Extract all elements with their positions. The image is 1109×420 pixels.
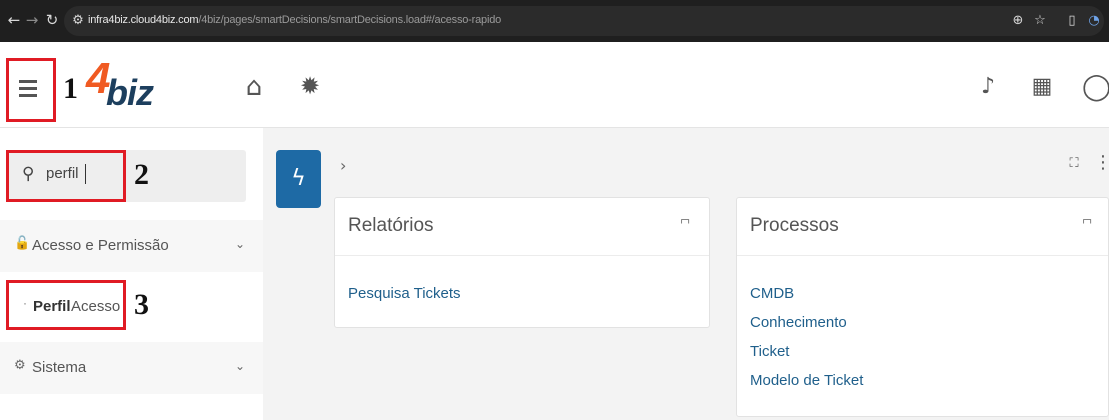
step-2-annotation: 2 <box>134 158 149 191</box>
link-conhecimento[interactable]: Conhecimento <box>750 314 847 331</box>
browser-toolbar: ← → ↻ ⚙ infra4biz.cloud4biz.com/4biz/pag… <box>0 0 1109 42</box>
hamburger-line <box>19 94 37 97</box>
back-icon[interactable]: ← <box>4 10 24 30</box>
reload-icon[interactable]: ↻ <box>42 10 62 30</box>
url-host: infra4biz.cloud4biz.com <box>88 14 199 26</box>
site-info-icon[interactable]: ⚙ <box>70 13 86 29</box>
sidebar-item-perfil-acesso[interactable]: · Perfil Acesso <box>6 280 126 330</box>
url-text: infra4biz.cloud4biz.com/4biz/pages/smart… <box>88 14 501 26</box>
lock-icon: 🔓 <box>14 236 31 251</box>
menu-group-label: Sistema <box>32 359 87 376</box>
sidebar: ⚲ 2 🔓 Acesso e Permissão ⌄ · Perfil Aces… <box>0 128 263 420</box>
gears-icon: ⚙ <box>14 358 26 373</box>
lightning-icon: ϟ <box>291 166 306 191</box>
apps-grid-icon[interactable]: ▦ <box>1028 74 1056 99</box>
url-path: /4biz/pages/smartDecisions/smartDecision… <box>198 14 502 26</box>
address-bar[interactable]: ⚙ infra4biz.cloud4biz.com/4biz/pages/sma… <box>64 6 1104 36</box>
chevron-down-icon: ⌄ <box>235 237 246 251</box>
link-cmdb[interactable]: CMDB <box>750 285 794 302</box>
expand-icon[interactable]: ⌜⌝ <box>680 218 690 233</box>
hamburger-line <box>19 87 37 90</box>
step-3-annotation: 3 <box>134 288 149 321</box>
menu-group-acesso[interactable]: 🔓 Acesso e Permissão ⌄ <box>0 220 263 272</box>
link-ticket[interactable]: Ticket <box>750 343 789 360</box>
panel-title: Relatórios <box>348 215 434 236</box>
breadcrumb-chevron-icon[interactable]: › <box>340 156 346 175</box>
bullet-icon: · <box>23 296 27 310</box>
zoom-icon[interactable]: ⊕ <box>1010 13 1026 29</box>
panel-processos: Processos ⌜⌝ CMDB Conhecimento Ticket Mo… <box>736 197 1109 417</box>
forward-icon[interactable]: → <box>22 10 42 30</box>
menu-toggle-button[interactable] <box>6 58 56 122</box>
result-rest-text: Acesso <box>71 298 121 315</box>
extensions-icon[interactable]: ▯ <box>1064 13 1080 29</box>
chevron-down-icon: ⌄ <box>235 359 246 373</box>
profile-icon[interactable]: ◔ <box>1086 13 1102 29</box>
bell-icon[interactable]: ♪ <box>976 74 1000 99</box>
sidebar-search[interactable]: ⚲ <box>6 150 246 202</box>
link-modelo-de-ticket[interactable]: Modelo de Ticket <box>750 372 863 389</box>
quick-access-button[interactable]: ϟ <box>276 150 321 208</box>
result-match-text: Perfil <box>33 298 71 315</box>
settings-badge-icon[interactable]: ✹ <box>296 72 324 100</box>
brand-logo[interactable]: 4 biz <box>86 54 156 118</box>
panel-title: Processos <box>750 215 839 236</box>
text-caret <box>85 164 86 184</box>
hamburger-line <box>19 80 37 83</box>
user-avatar-icon[interactable]: ◯ <box>1082 72 1109 102</box>
logo-biz: biz <box>106 72 154 113</box>
panel-relatorios: Relatórios ⌜⌝ Pesquisa Tickets <box>334 197 710 328</box>
search-input[interactable] <box>46 165 116 182</box>
panel-header: Processos ⌜⌝ <box>737 198 1108 256</box>
link-pesquisa-tickets[interactable]: Pesquisa Tickets <box>348 285 461 302</box>
app-header: 1 4 biz ⌂ ✹ ♪ ▦ ◯ <box>0 42 1109 128</box>
bookmark-star-icon[interactable]: ☆ <box>1032 13 1048 29</box>
fullscreen-icon[interactable]: ⛶ <box>1064 156 1084 171</box>
step-1-annotation: 1 <box>63 72 78 105</box>
expand-icon[interactable]: ⌜⌝ <box>1082 218 1092 233</box>
menu-group-label: Acesso e Permissão <box>32 237 169 254</box>
home-icon[interactable]: ⌂ <box>240 72 268 102</box>
panel-header: Relatórios ⌜⌝ <box>335 198 709 256</box>
more-vertical-icon[interactable]: ⋮ <box>1094 152 1109 173</box>
search-icon: ⚲ <box>22 164 35 184</box>
menu-group-sistema[interactable]: ⚙ Sistema ⌄ <box>0 342 263 394</box>
